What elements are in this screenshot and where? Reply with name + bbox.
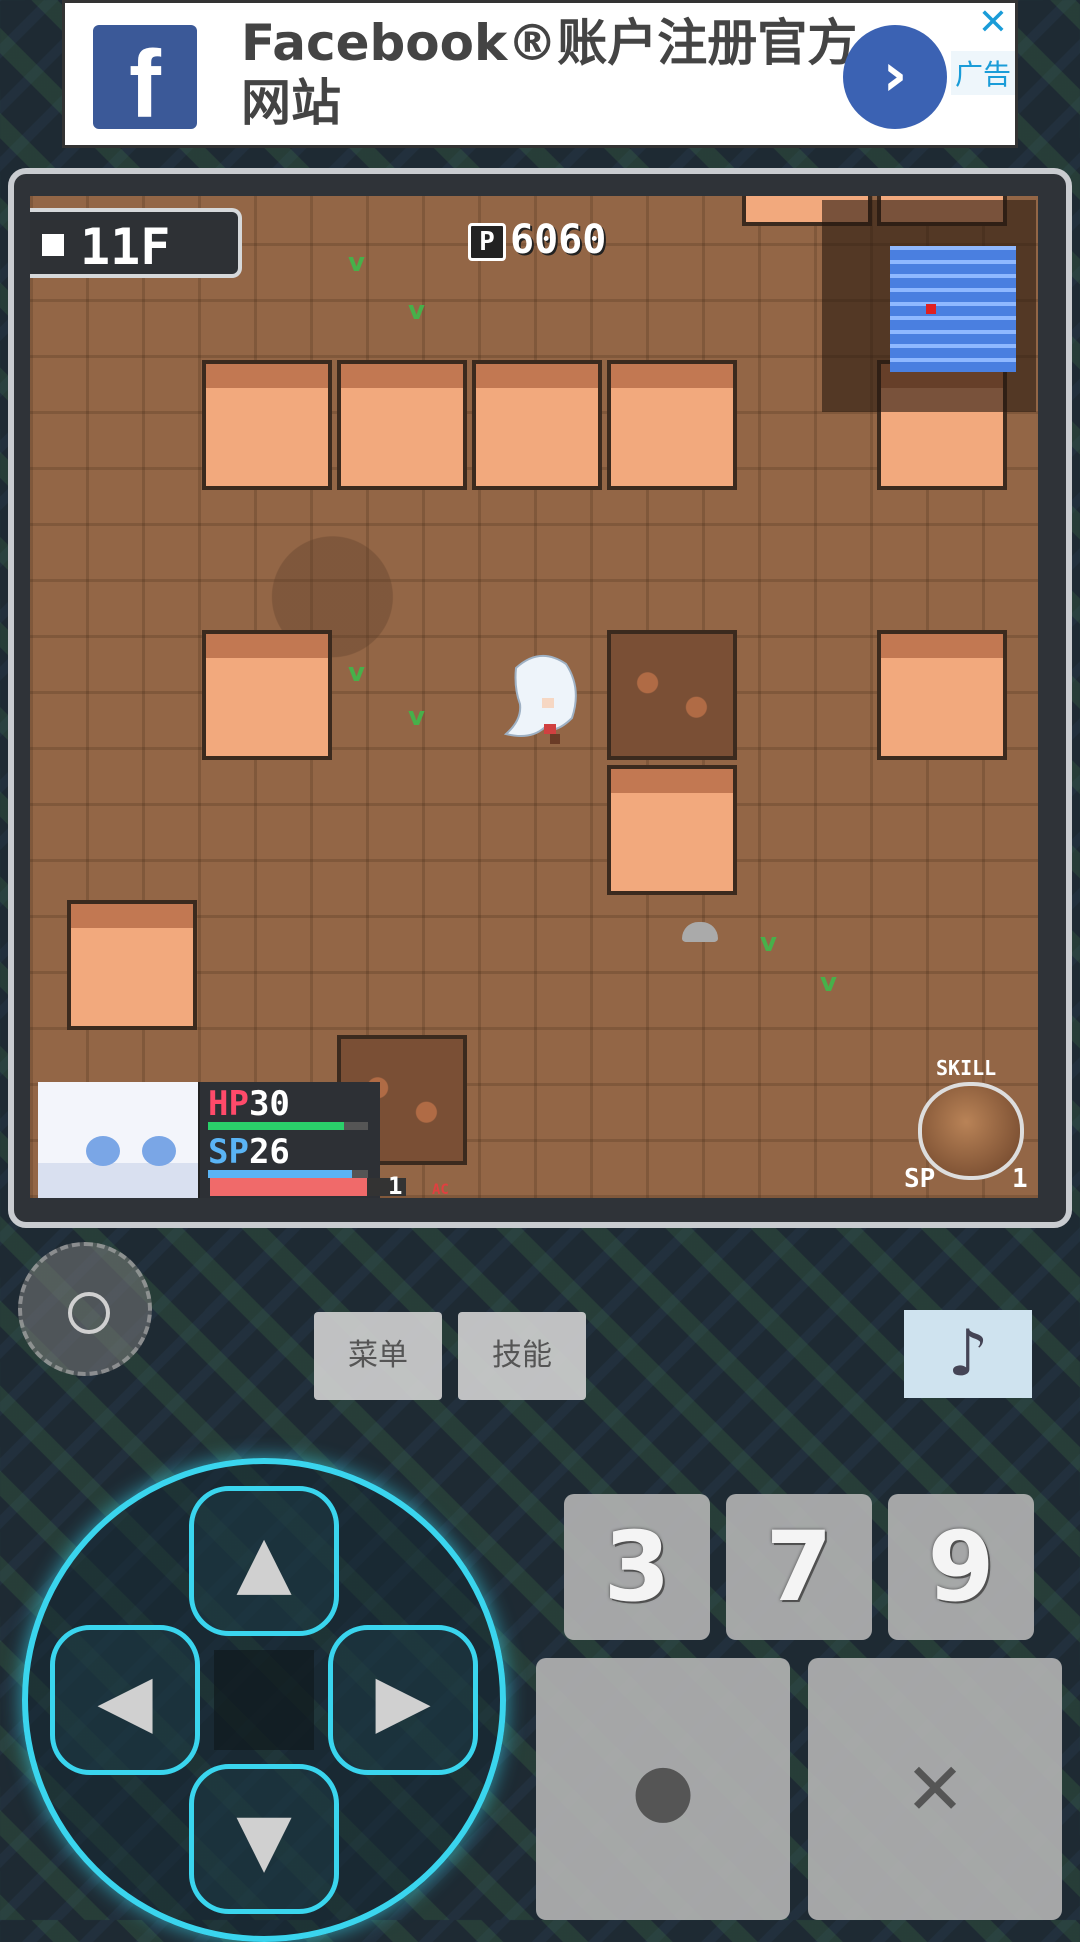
- hp-value: 30: [248, 1084, 290, 1124]
- menu-button[interactable]: 菜单: [314, 1312, 442, 1400]
- dpad-up-button[interactable]: ▲: [189, 1486, 339, 1636]
- ad-open-button[interactable]: ›: [843, 25, 947, 129]
- minimap-player-marker: [926, 304, 936, 314]
- skill-slot[interactable]: SKILL SP 1: [900, 1056, 1034, 1196]
- skill-sp-cost: 1: [1012, 1164, 1028, 1194]
- points-display: P 6060: [468, 216, 606, 264]
- sp-bar-fill: [208, 1170, 352, 1178]
- grass-tuft: v: [348, 248, 365, 278]
- sp-row: SP26: [208, 1132, 290, 1172]
- points-icon: P: [468, 223, 506, 261]
- ac-bar-fill: [210, 1178, 367, 1196]
- gear-center: [68, 1292, 110, 1334]
- portrait-eye: [142, 1136, 176, 1166]
- points-value: 6060: [510, 217, 607, 263]
- rock-block: [607, 630, 737, 760]
- portrait-eye: [86, 1136, 120, 1166]
- hp-bar: [208, 1122, 368, 1130]
- ac-value: 1: [388, 1172, 403, 1200]
- stairs-icon: [42, 234, 64, 256]
- rock-block: [337, 360, 467, 490]
- floor-label: 11F: [80, 218, 171, 276]
- key-3-button[interactable]: 3: [564, 1494, 710, 1640]
- cancel-button[interactable]: ✕: [808, 1658, 1062, 1920]
- grass-tuft: v: [760, 928, 777, 958]
- rock-block: [472, 360, 602, 490]
- grass-tuft: v: [348, 658, 365, 688]
- rock-block: [202, 360, 332, 490]
- rock-block: [877, 630, 1007, 760]
- player-character: [503, 655, 577, 744]
- sp-bar: [208, 1170, 368, 1178]
- hp-label: HP: [208, 1084, 249, 1124]
- gear-icon[interactable]: [18, 1242, 152, 1376]
- hp-row: HP30: [208, 1084, 290, 1124]
- skill-label: SKILL: [936, 1056, 997, 1080]
- key-9-button[interactable]: 9: [888, 1494, 1034, 1640]
- confirm-button[interactable]: ●: [536, 1658, 790, 1920]
- music-note-icon[interactable]: ♪: [904, 1310, 1032, 1398]
- ad-text[interactable]: Facebook®账户注册官方网站: [241, 13, 861, 133]
- ad-banner[interactable]: f Facebook®账户注册官方网站 › ✕ 广告: [62, 0, 1018, 148]
- character-portrait: [38, 1082, 202, 1198]
- rock-block: [67, 900, 197, 1030]
- dpad-right-button[interactable]: ▶: [328, 1625, 478, 1775]
- hp-bar-fill: [208, 1122, 344, 1130]
- sp-value: 26: [248, 1132, 290, 1172]
- skills-button[interactable]: 技能: [458, 1312, 586, 1400]
- stone: [682, 922, 718, 942]
- grass-tuft: v: [408, 296, 425, 326]
- ad-close-button[interactable]: ✕: [975, 5, 1011, 41]
- dpad[interactable]: ▲ ▼ ◀ ▶: [22, 1458, 506, 1942]
- rock-block: [607, 765, 737, 895]
- dpad-center: [214, 1650, 314, 1750]
- ad-tag: 广告: [950, 51, 1015, 95]
- ac-label: AC: [432, 1182, 449, 1198]
- sp-label: SP: [208, 1132, 249, 1172]
- ac-bar: [210, 1178, 406, 1196]
- skill-sp-label: SP: [904, 1164, 936, 1194]
- rock-block: [607, 360, 737, 490]
- key-7-button[interactable]: 7: [726, 1494, 872, 1640]
- grass-tuft: v: [408, 702, 425, 732]
- floor-indicator: 11F: [30, 208, 242, 278]
- rock-block: [202, 630, 332, 760]
- facebook-icon: f: [93, 25, 197, 129]
- dpad-down-button[interactable]: ▼: [189, 1764, 339, 1914]
- minimap[interactable]: [890, 246, 1016, 372]
- dpad-left-button[interactable]: ◀: [50, 1625, 200, 1775]
- grass-tuft: v: [820, 968, 837, 998]
